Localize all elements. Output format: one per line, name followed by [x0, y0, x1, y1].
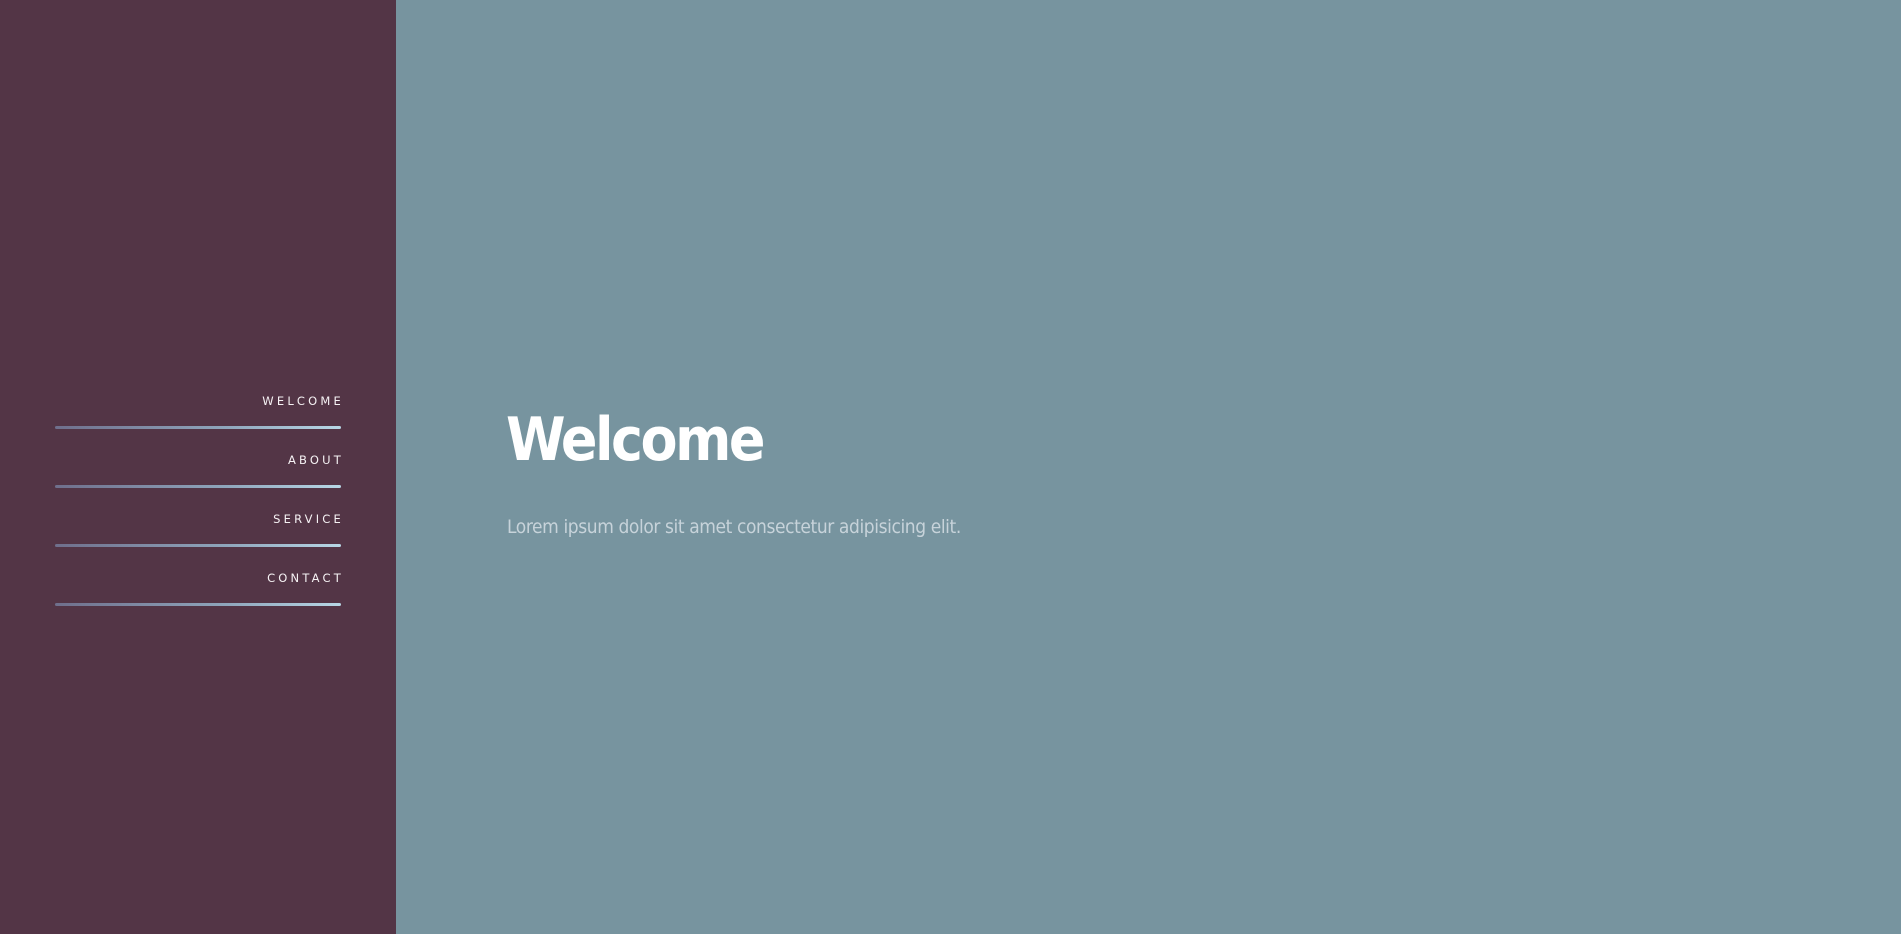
nav-item-label: CONTACT: [267, 571, 344, 585]
nav-item-contact[interactable]: CONTACT: [55, 560, 341, 619]
nav-item-service[interactable]: SERVICE: [55, 501, 341, 560]
page-title: Welcome: [506, 405, 765, 475]
nav-item-label: WELCOME: [262, 394, 344, 408]
nav-item-label: SERVICE: [273, 512, 344, 526]
page-subtitle: Lorem ipsum dolor sit amet consectetur a…: [507, 516, 961, 538]
nav-underline: [55, 426, 341, 429]
sidebar-nav: WELCOME ABOUT SERVICE CONTACT: [55, 383, 341, 619]
main-content: Welcome Lorem ipsum dolor sit amet conse…: [396, 0, 1901, 934]
nav-underline: [55, 603, 341, 606]
sidebar: WELCOME ABOUT SERVICE CONTACT: [0, 0, 396, 934]
nav-item-label: ABOUT: [287, 453, 344, 467]
nav-underline: [55, 544, 341, 547]
nav-item-welcome[interactable]: WELCOME: [55, 383, 341, 442]
nav-underline: [55, 485, 341, 488]
nav-item-about[interactable]: ABOUT: [55, 442, 341, 501]
